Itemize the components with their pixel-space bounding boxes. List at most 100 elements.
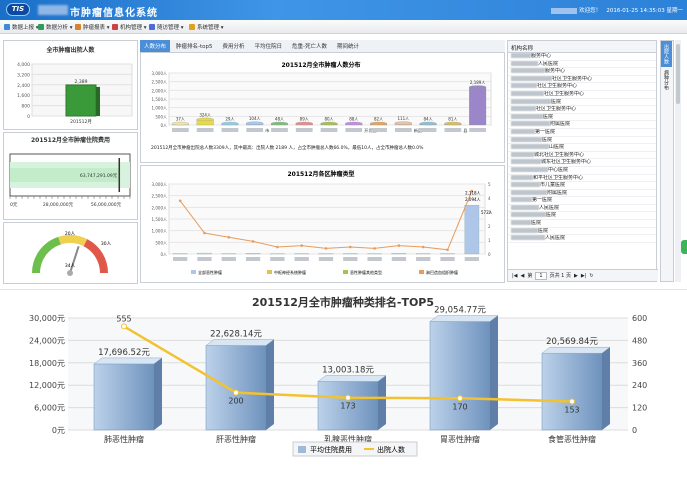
legend-swatch (419, 270, 424, 274)
y2-tick-label: 1 (488, 238, 491, 243)
app-header: TIS 市肿瘤信息化系统 欢迎您！ 2016-01-25 14:35:03 星期… (0, 0, 687, 20)
redacted-text (511, 90, 544, 96)
org-list-item[interactable]: 中心医院 (508, 166, 656, 175)
tumor-type-chart: 201512月各区肿瘤类型 3,000人 2,500人 2,000人 1,500人 1,0… (152, 170, 493, 275)
org-list-item[interactable]: 社区卫生服务中心 (508, 83, 656, 91)
last-page-icon[interactable]: ▶| (581, 273, 587, 279)
menu-item-4[interactable]: 机构管理 ▾ (112, 23, 147, 31)
redacted-region-name (464, 257, 479, 261)
y-tick-label: 3,000人 (152, 71, 167, 76)
org-list-item[interactable]: 医院 (508, 98, 656, 107)
redacted-text (511, 189, 547, 195)
gauge-hub (67, 270, 73, 276)
refresh-icon[interactable]: ↻ (589, 273, 593, 279)
legend-label: 出院人数 (377, 445, 405, 454)
analysis-tabs: 人数分布 肿瘤排名-top5 费用分析 平均住院日 危重-死亡人数 期间统计 (140, 40, 505, 53)
menu-item-3[interactable]: 肿瘤报表 ▾ (75, 23, 110, 31)
org-name: 第一医院 (535, 128, 556, 135)
org-list-item[interactable]: 第一医院 (508, 197, 656, 205)
menu-item-icon (112, 24, 118, 30)
tab-1[interactable]: 人数分布 (140, 40, 171, 52)
org-list-item[interactable]: 人民医院 (508, 235, 656, 243)
bar (245, 253, 261, 255)
org-list-item[interactable]: 服务中心 (508, 68, 656, 76)
org-list-item[interactable]: 社区卫生服务中心 (508, 106, 656, 114)
org-name: 社区卫生服务中心 (552, 75, 593, 82)
menu-item-1[interactable]: 数据上报 ▾ (4, 23, 39, 31)
org-list-item[interactable]: 医院 (508, 136, 656, 145)
org-name: 和平社区卫生服务中心 (533, 174, 584, 181)
org-list-item[interactable]: 人民医院 (508, 60, 656, 69)
org-list-item[interactable]: 和平社区卫生服务中心 (508, 174, 656, 183)
first-page-icon[interactable]: |◀ (512, 273, 518, 279)
menu-item-6[interactable]: 系统管理 ▾ (189, 23, 224, 31)
header-user-info: 欢迎您！ 2016-01-25 14:35:03 星期一 (551, 6, 683, 14)
redacted-region-name (391, 257, 407, 261)
org-list-item[interactable]: 附属医院 (508, 121, 656, 129)
org-list-item[interactable]: 市儿童医院 (508, 182, 656, 190)
tab-6[interactable]: 期间统计 (333, 40, 363, 52)
org-list-item[interactable]: 附属医院 (508, 189, 656, 198)
legend-swatch (191, 270, 196, 274)
scrollbar-thumb[interactable] (676, 44, 680, 104)
org-list-item[interactable]: 医院 (508, 113, 656, 122)
org-list-item[interactable]: 城东社区卫生服务中心 (508, 159, 656, 167)
bar-top (205, 339, 275, 346)
bar-top (345, 121, 363, 126)
bar-value-label: 111人 (397, 116, 409, 121)
org-list-item[interactable]: 社区卫生服务中心 (508, 75, 656, 84)
redacted-text (511, 75, 552, 81)
org-list: 服务中心 人民医院 服务中心 社区卫生服务中心 社区卫生服务中心 社区卫生服务中心 医院 社区… (508, 53, 656, 243)
redacted-city-name (38, 5, 68, 15)
bar-side (154, 357, 162, 430)
tumor-type-panel: 201512月各区肿瘤类型 3,000人 2,500人 2,000人 1,500人 1,0… (140, 165, 505, 283)
y-tick-label: 2,000人 (152, 88, 167, 93)
tab-4[interactable]: 平均住院日 (251, 40, 287, 52)
bar (541, 352, 603, 431)
bar-top (429, 315, 499, 322)
side-widget-handle[interactable] (681, 240, 687, 254)
count-label: 173 (340, 402, 355, 411)
org-list-item[interactable]: 医院 (508, 227, 656, 236)
side-tab-discharge[interactable]: 出院人数 (661, 41, 672, 67)
org-list-item[interactable]: 社区卫生服务中心 (508, 90, 656, 99)
side-tab-disease[interactable]: 病种分布 (661, 67, 672, 93)
menu-item-2[interactable]: 数据分析 ▾ (38, 23, 73, 31)
redacted-region-name (246, 128, 264, 132)
redacted-text (511, 136, 542, 142)
annot-label: 2,094人 (465, 197, 480, 202)
y-tick-label: 1,500人 (152, 97, 167, 102)
bar (391, 253, 407, 255)
org-name: 社区卫生服务中心 (536, 106, 577, 113)
org-list-item[interactable]: 人民医院 (508, 204, 656, 213)
prev-page-icon[interactable]: ◀ (521, 273, 525, 279)
org-name: 社区卫生服务中心 (544, 90, 585, 97)
bar-value-label: 2,389 (75, 79, 88, 85)
org-list-item[interactable]: 第一医院 (508, 128, 656, 137)
org-list-item[interactable]: 医院 (508, 220, 656, 228)
side-tabs: 出院人数 病种分布 (660, 40, 674, 282)
page-total: 页共 1 页 (549, 273, 571, 279)
tab-3[interactable]: 费用分析 (219, 40, 249, 52)
org-list-item[interactable]: 服务中心 (508, 53, 656, 61)
org-name: 医院 (538, 227, 549, 234)
menu-item-5[interactable]: 随访管理 ▾ (149, 23, 184, 31)
page-input[interactable]: 1 (535, 271, 547, 280)
system-title: 市肿瘤信息化系统 (70, 8, 158, 19)
y-tick-label: 12,000元 (29, 381, 65, 390)
org-list-item[interactable]: 医院 (508, 212, 656, 221)
org-list-item[interactable]: 山医院 (508, 144, 656, 152)
y-tick-label: 2,400 (17, 83, 30, 89)
org-name: 第一医院 (532, 197, 553, 204)
redacted-region-name (419, 128, 437, 132)
y2-tick-label: 480 (632, 336, 647, 345)
gauge-band-yellow (58, 235, 88, 247)
tab-2[interactable]: 肿瘤排名-top5 (172, 40, 217, 52)
next-page-icon[interactable]: ▶ (574, 273, 578, 279)
redacted-text (511, 83, 537, 89)
tab-5[interactable]: 危重-死亡人数 (288, 40, 331, 52)
org-list-item[interactable]: 城北社区卫生服务中心 (508, 151, 656, 160)
org-name: 医院 (543, 113, 554, 120)
org-name: 医院 (542, 136, 553, 143)
y-tick-label: 0人 (160, 123, 167, 128)
